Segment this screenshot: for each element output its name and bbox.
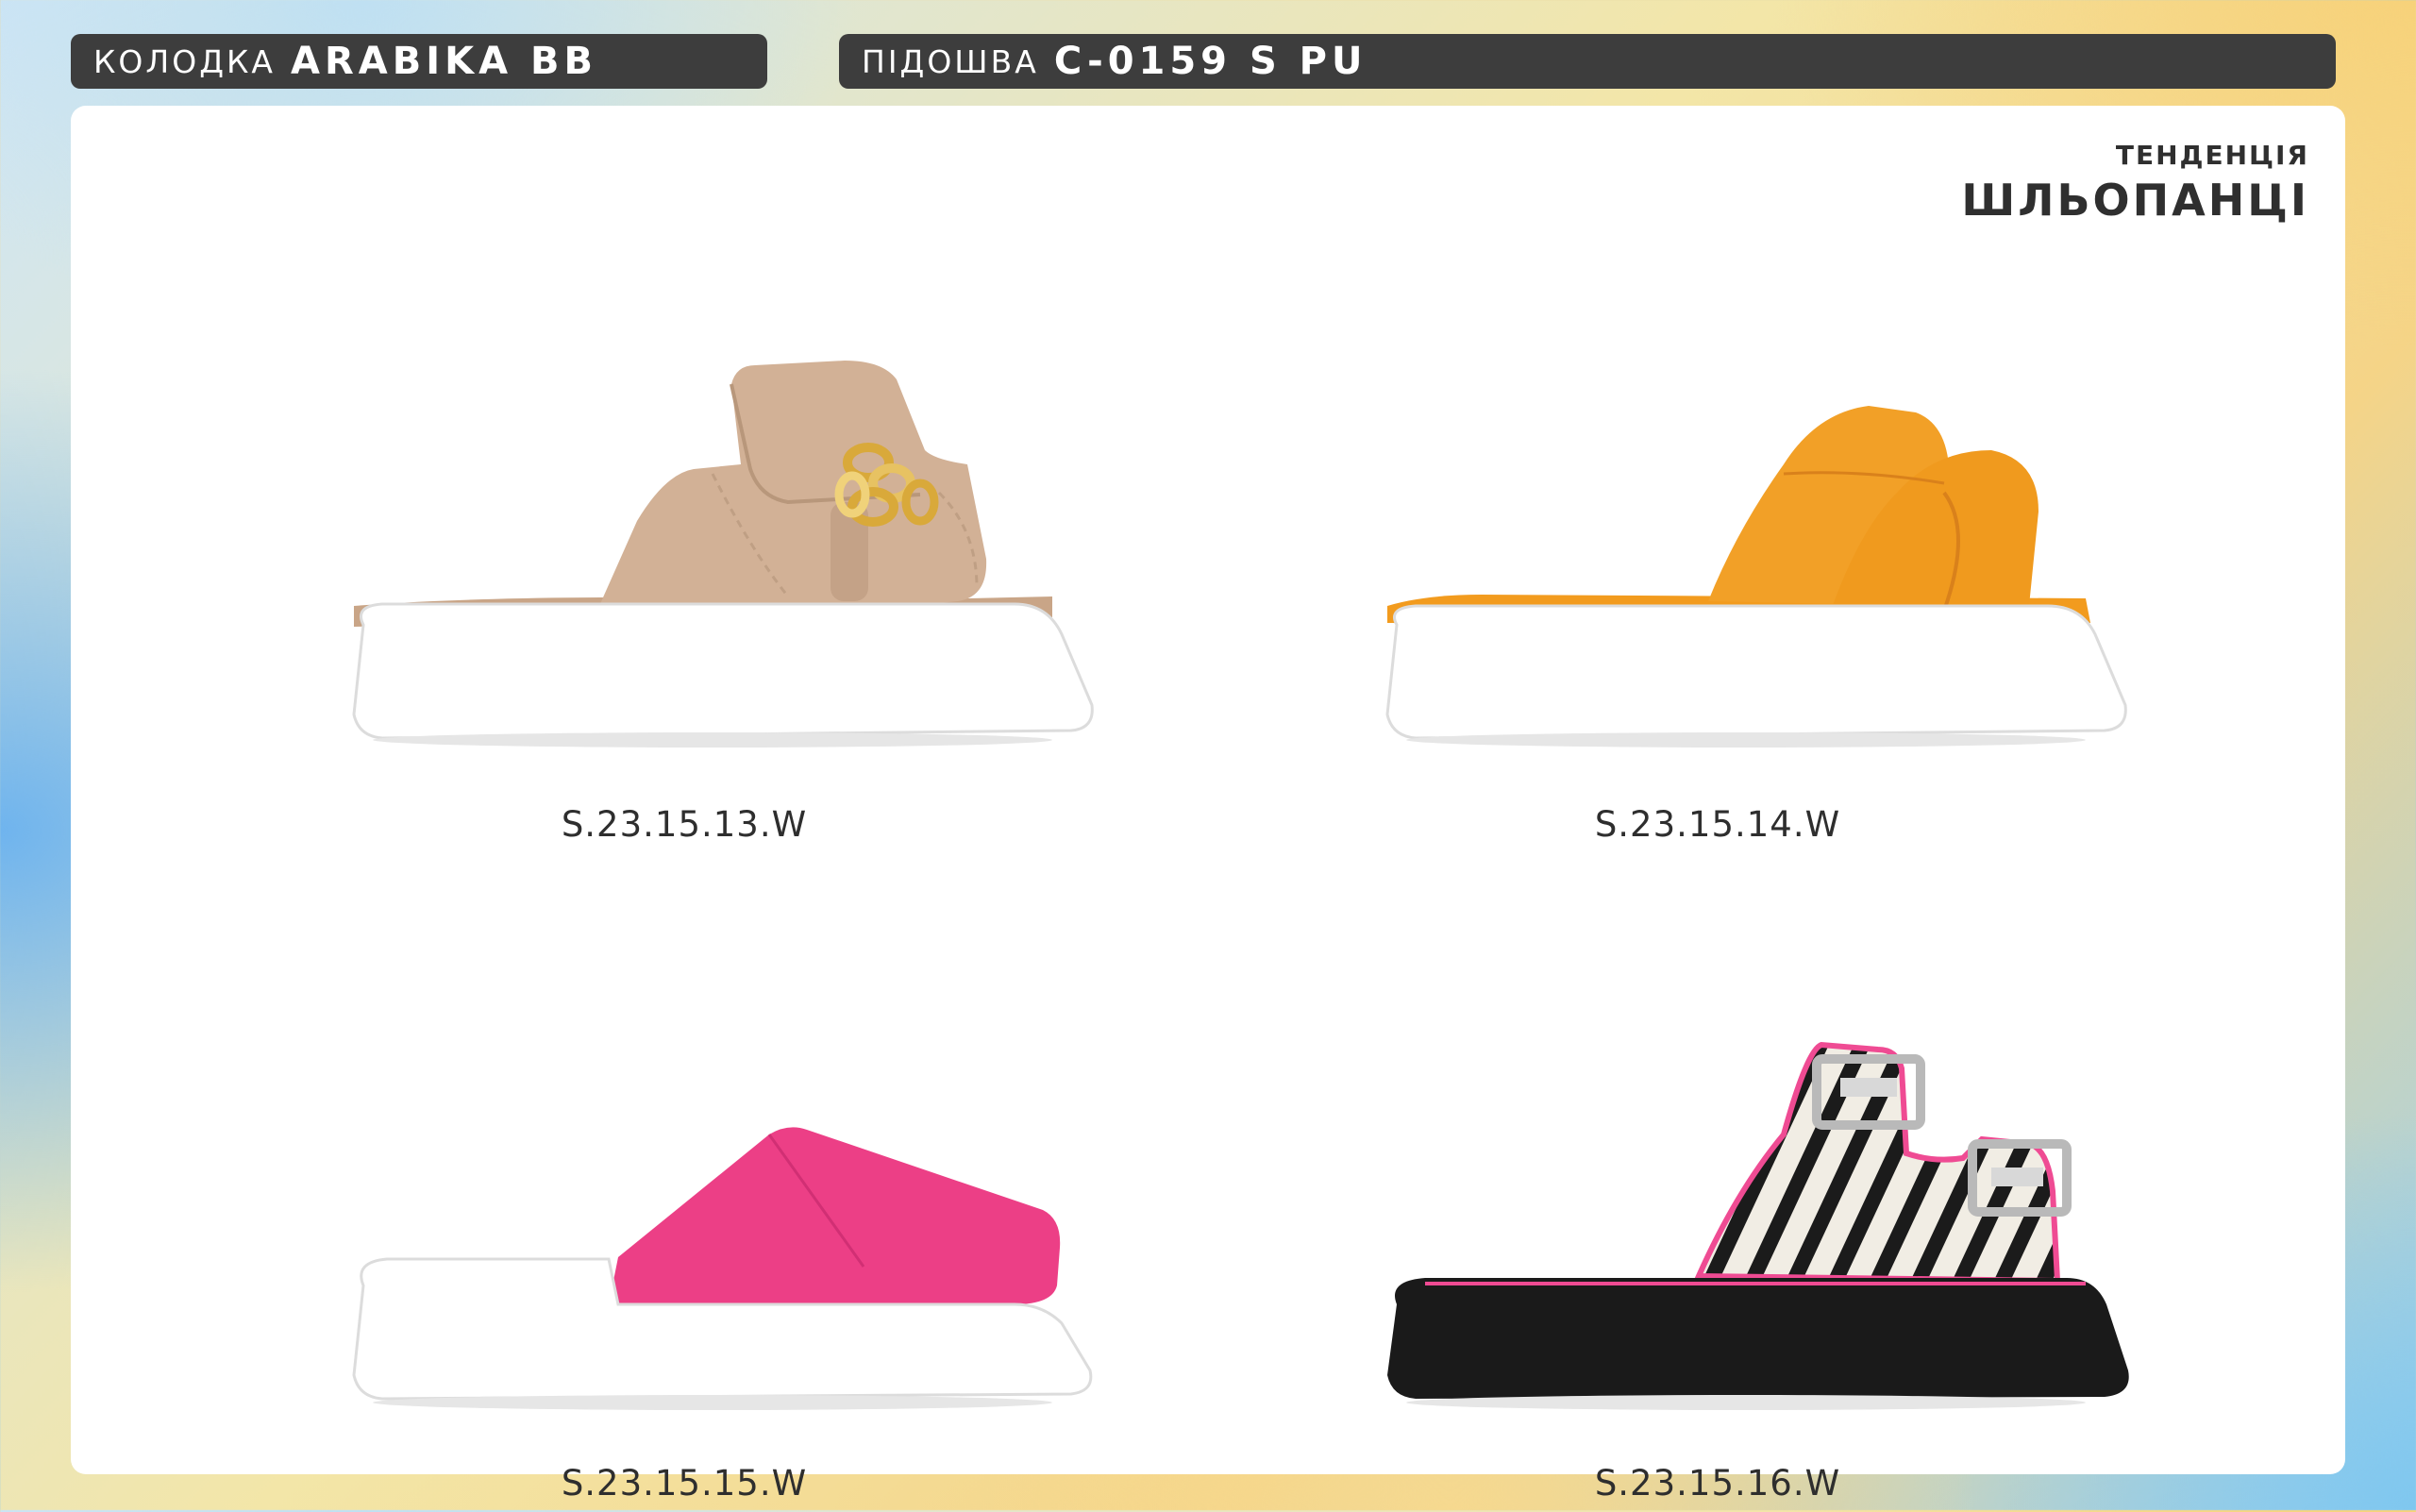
trend-heading: ТЕНДЕНЦІЯ ШЛЬОПАНЦІ — [1961, 140, 2309, 226]
product-card[interactable]: S.23.15.16.W — [1293, 908, 2142, 1512]
product-sku: S.23.15.15.W — [561, 1463, 808, 1504]
catalog-panel: ТЕНДЕНЦІЯ ШЛЬОПАНЦІ S.23.15.13.W S.23.15… — [71, 106, 2345, 1504]
orange-puffy-slide-image — [1385, 406, 2127, 748]
sole-value: C-0159 S PU — [1053, 40, 1367, 83]
beige-suede-chain-slide-image — [352, 361, 1094, 748]
pink-leather-slide-image — [352, 1127, 1093, 1410]
trend-title: ШЛЬОПАНЦІ — [1961, 175, 2309, 226]
product-sku: S.23.15.13.W — [561, 804, 808, 845]
last-value: ARABIKA BB — [290, 40, 597, 83]
product-sku: S.23.15.14.W — [1594, 804, 1841, 845]
trend-kicker: ТЕНДЕНЦІЯ — [2115, 140, 2309, 171]
sole-label: ПІДОШВА — [862, 42, 1039, 80]
product-card[interactable]: S.23.15.13.W — [260, 247, 1109, 851]
product-card[interactable]: S.23.15.14.W — [1293, 247, 2142, 851]
product-card[interactable]: S.23.15.15.W — [260, 908, 1109, 1512]
last-label: КОЛОДКА — [93, 42, 276, 80]
last-model-bar: КОЛОДКА ARABIKA BB — [71, 34, 767, 89]
product-sku: S.23.15.16.W — [1594, 1463, 1841, 1504]
sole-model-bar: ПІДОШВА C-0159 S PU — [839, 34, 2336, 89]
zebra-buckle-slide-image — [1387, 1041, 2129, 1410]
